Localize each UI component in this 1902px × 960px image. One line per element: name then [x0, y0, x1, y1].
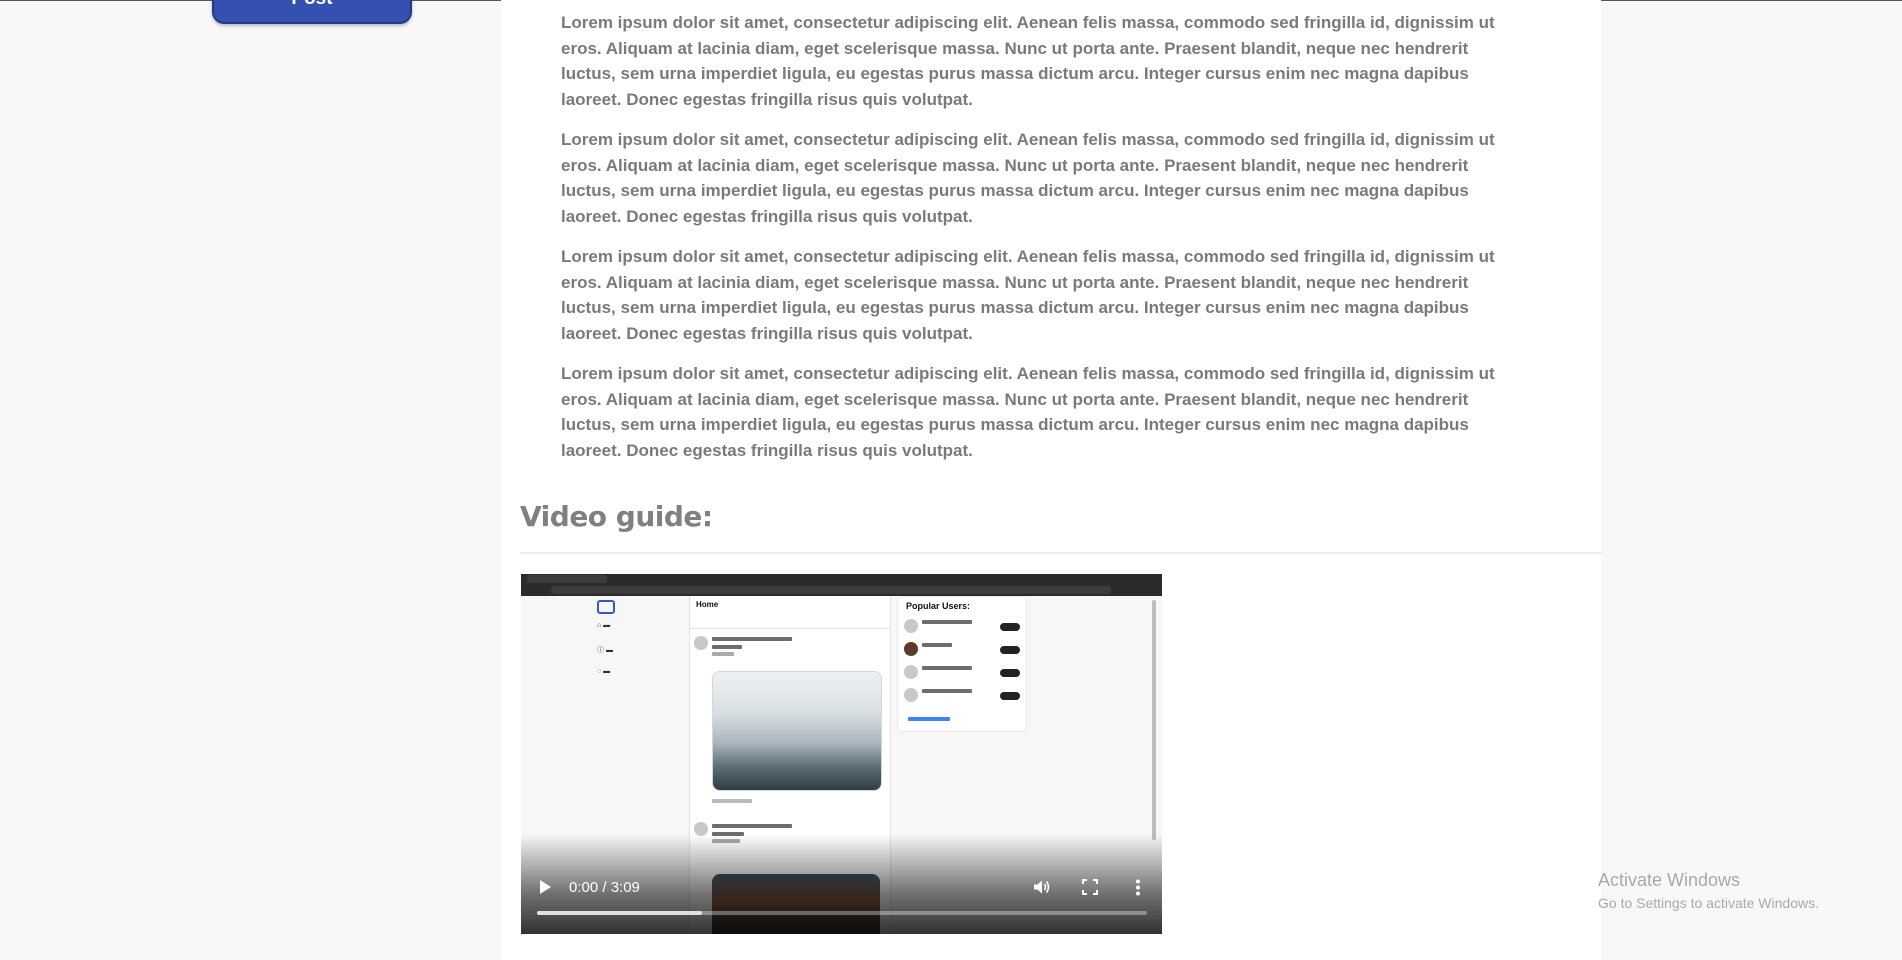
video-frame-text-line [922, 620, 972, 624]
video-frame-view-button [1000, 623, 1020, 631]
video-progress-fill [537, 911, 702, 915]
more-vertical-icon[interactable] [1135, 879, 1141, 896]
video-frame-text-line [922, 643, 952, 647]
video-progress-bar[interactable] [537, 911, 1147, 915]
video-frame-avatar [904, 688, 918, 702]
paragraph: Lorem ipsum dolor sit amet, consectetur … [561, 364, 1495, 460]
watermark-subtitle: Go to Settings to activate Windows. [1598, 895, 1819, 911]
video-frame-popular-users: Popular Users: [897, 596, 1027, 732]
video-frame-nav-login: ◌ ▬ [597, 668, 611, 675]
video-frame-feed-title: Home [696, 600, 719, 609]
video-frame-nav-home: ⌂ ▬ [597, 622, 611, 629]
video-frame-text-line [712, 637, 792, 641]
video-frame-text-line [712, 645, 742, 649]
video-frame-view-button [1000, 692, 1020, 700]
paragraph: Lorem ipsum dolor sit amet, consectetur … [561, 130, 1495, 226]
paragraph: Lorem ipsum dolor sit amet, consectetur … [561, 247, 1495, 343]
paragraph: Lorem ipsum dolor sit amet, consectetur … [561, 13, 1495, 109]
video-frame-text-line [712, 652, 734, 656]
video-frame-nav-about: ⓘ ▬ [597, 647, 613, 654]
video-frame-tab [527, 575, 607, 583]
video-frame-view-button [1000, 669, 1020, 677]
video-frame-browser-chrome [521, 574, 1162, 596]
video-frame-avatar [904, 642, 918, 656]
paragraph-list: Lorem ipsum dolor sit amet, consectetur … [561, 10, 1511, 478]
video-guide-heading: Video guide: [520, 500, 713, 533]
post-button[interactable]: Post [212, 0, 412, 24]
video-frame-text-line [712, 824, 792, 828]
video-frame-logo-icon [597, 600, 615, 614]
video-frame-scrollbar [1152, 600, 1156, 840]
video-player[interactable]: ⌂ ▬ ⓘ ▬ ◌ ▬ Home Popular Users: 0:00 / 3… [521, 574, 1162, 934]
fullscreen-icon[interactable] [1082, 879, 1098, 895]
video-frame-feed-tabs [690, 612, 890, 629]
play-icon[interactable] [540, 880, 551, 894]
video-frame-avatar [904, 665, 918, 679]
video-frame-address-bar [551, 586, 1111, 594]
volume-icon[interactable] [1033, 879, 1051, 895]
video-time-display: 0:00 / 3:09 [569, 879, 640, 896]
main-content: Lorem ipsum dolor sit amet, consectetur … [501, 0, 1601, 960]
video-frame-photo [712, 671, 882, 791]
activate-windows-watermark: Activate Windows Go to Settings to activ… [1598, 869, 1819, 913]
video-frame-popular-title: Popular Users: [906, 601, 971, 611]
video-frame-text-line [712, 799, 752, 803]
video-frame-link [908, 717, 950, 721]
watermark-title: Activate Windows [1598, 870, 1741, 890]
video-frame-view-button [1000, 646, 1020, 654]
video-frame-text-line [922, 689, 972, 693]
section-divider [520, 552, 1601, 554]
video-frame-text-line [922, 666, 972, 670]
video-frame-avatar [694, 636, 708, 650]
video-frame-avatar [904, 619, 918, 633]
